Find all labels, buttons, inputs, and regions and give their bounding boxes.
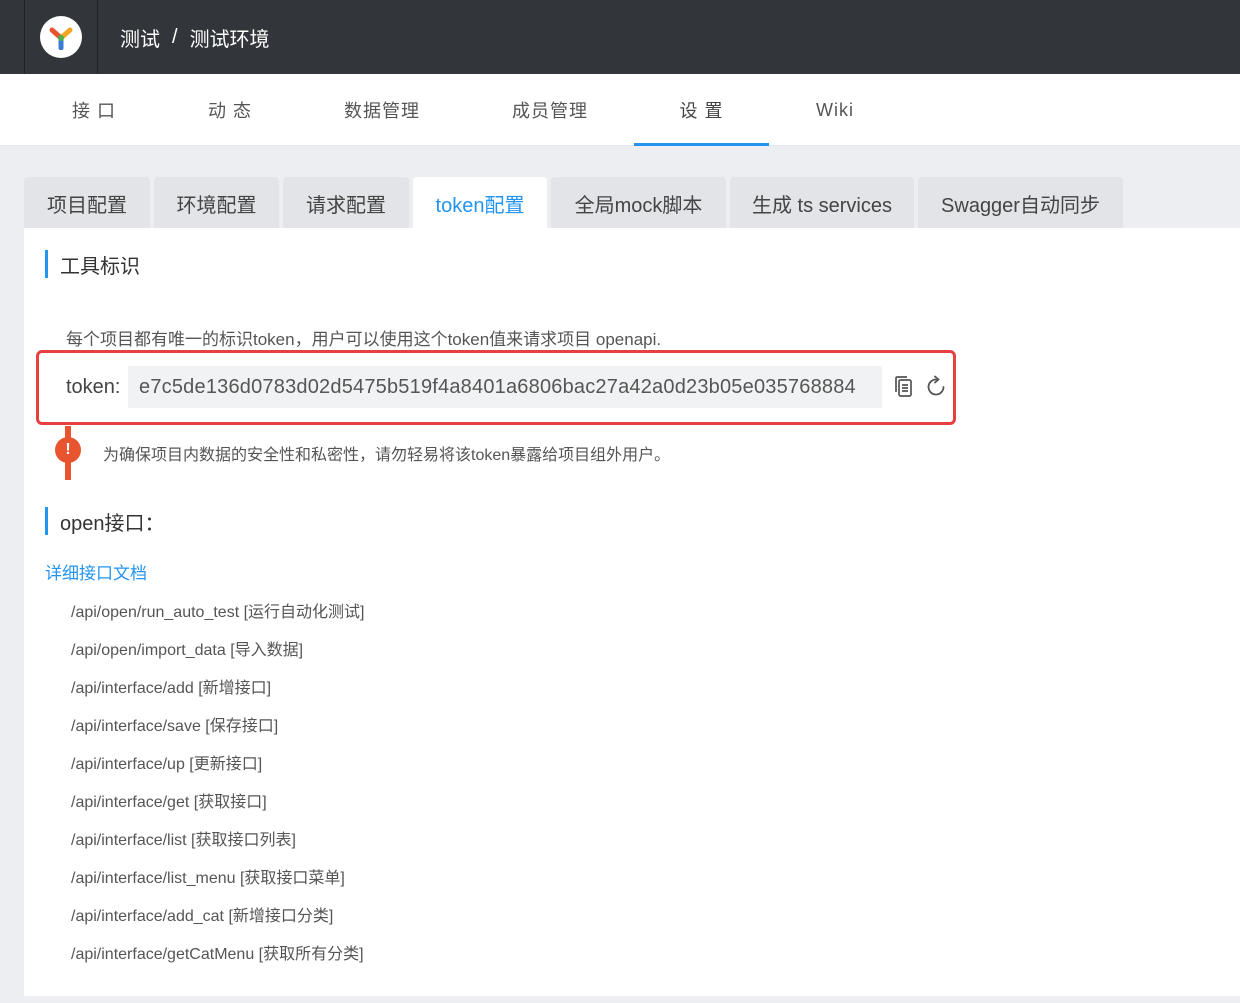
list-item: /api/interface/getCatMenu [获取所有分类] [71, 946, 364, 963]
settings-tabs: 项目配置 环境配置 请求配置 token配置 全局mock脚本 生成 ts se… [24, 177, 1240, 229]
tab-ts-services[interactable]: 生成 ts services [730, 177, 914, 229]
breadcrumb-project[interactable]: 测试环境 [190, 23, 270, 52]
list-item: /api/interface/get [获取接口] [71, 794, 267, 811]
list-item: /api/interface/add [新增接口] [71, 680, 272, 697]
copy-icon[interactable] [893, 375, 917, 399]
breadcrumb-group[interactable]: 测试 [120, 23, 160, 52]
nav-active-indicator [634, 143, 769, 146]
warning-icon: ! [55, 437, 81, 463]
project-nav: 接 口 动 态 数据管理 成员管理 设 置 Wiki [0, 74, 1240, 146]
tab-swagger-sync[interactable]: Swagger自动同步 [918, 177, 1123, 229]
tab-token-config[interactable]: token配置 [413, 177, 547, 229]
tab-global-mock[interactable]: 全局mock脚本 [551, 177, 726, 229]
api-doc-link[interactable]: 详细接口文档 [45, 559, 147, 584]
refresh-icon[interactable] [924, 375, 948, 399]
list-item: /api/interface/list [获取接口列表] [71, 832, 296, 849]
tab-project-config[interactable]: 项目配置 [24, 177, 150, 229]
logo[interactable] [24, 0, 98, 74]
logo-icon [40, 16, 82, 58]
list-item: /api/open/import_data [导入数据] [71, 642, 304, 659]
top-bar: 测试 / 测试环境 [0, 0, 1240, 74]
warning-text: 为确保项目内数据的安全性和私密性，请勿轻易将该token暴露给项目组外用户。 [103, 447, 671, 464]
list-item: /api/open/run_auto_test [运行自动化测试] [71, 604, 365, 621]
nav-item-wiki[interactable]: Wiki [795, 74, 875, 146]
breadcrumb: 测试 / 测试环境 [120, 0, 270, 74]
breadcrumb-separator: / [172, 25, 178, 48]
token-description: 每个项目都有唯一的标识token，用户可以使用这个token值来请求项目 ope… [66, 330, 662, 349]
section-title-tool-id: 工具标识 [45, 250, 140, 278]
tab-env-config[interactable]: 环境配置 [154, 177, 279, 229]
list-item: /api/interface/list_menu [获取接口菜单] [71, 870, 345, 887]
nav-item-activity[interactable]: 动 态 [178, 74, 282, 146]
list-item: /api/interface/add_cat [新增接口分类] [71, 908, 334, 925]
token-settings-panel: 工具标识 每个项目都有唯一的标识token，用户可以使用这个token值来请求项… [24, 228, 1240, 996]
nav-item-interface[interactable]: 接 口 [42, 74, 146, 146]
token-label: token: [66, 376, 121, 398]
nav-item-data[interactable]: 数据管理 [322, 74, 442, 146]
open-api-list: /api/open/run_auto_test [运行自动化测试] /api/o… [71, 598, 364, 978]
list-item: /api/interface/up [更新接口] [71, 756, 263, 773]
tab-request-config[interactable]: 请求配置 [283, 177, 409, 229]
nav-item-settings[interactable]: 设 置 [634, 74, 769, 146]
token-value[interactable]: e7c5de136d0783d02d5475b519f4a8401a6806ba… [128, 366, 882, 408]
token-highlight-box: token: e7c5de136d0783d02d5475b519f4a8401… [36, 350, 956, 425]
list-item: /api/interface/save [保存接口] [71, 718, 279, 735]
section-title-open-api: open接口： [45, 507, 165, 535]
nav-item-members[interactable]: 成员管理 [490, 74, 610, 146]
